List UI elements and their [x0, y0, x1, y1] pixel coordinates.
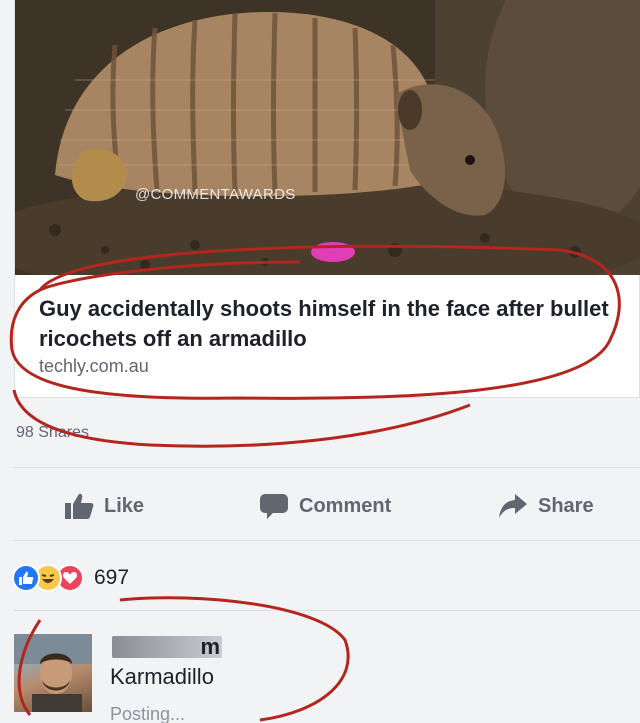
- link-title[interactable]: Guy accidentally shoots himself in the f…: [39, 294, 629, 354]
- reaction-count: 697: [94, 566, 130, 589]
- action-bar: Like Comment Share: [14, 476, 640, 536]
- share-arrow-icon: [499, 494, 527, 518]
- reaction-summary[interactable]: 697: [12, 560, 129, 596]
- comment-item: m Karmadillo Posting...: [14, 624, 640, 723]
- shares-count[interactable]: 98 Shares: [16, 424, 89, 442]
- divider: [14, 467, 640, 468]
- link-preview-card[interactable]: @COMMENTAWARDS Guy accidentally shoots h…: [14, 0, 640, 398]
- like-label: Like: [104, 494, 145, 517]
- commenter-avatar[interactable]: [14, 634, 92, 712]
- comment-button[interactable]: Comment: [259, 490, 391, 522]
- commenter-name-visible: m: [200, 634, 220, 659]
- comment-icon: [260, 494, 288, 519]
- link-domain: techly.com.au: [39, 356, 149, 376]
- share-label: Share: [538, 494, 594, 517]
- like-reaction-icon: [12, 564, 40, 592]
- comment-posting-status: Posting...: [110, 704, 186, 723]
- comment-label: Comment: [299, 494, 392, 517]
- armadillo-photo[interactable]: @COMMENTAWARDS: [15, 0, 640, 275]
- divider: [14, 540, 640, 541]
- comment-text: Karmadillo: [110, 664, 214, 689]
- armadillo-illustration: [15, 0, 640, 275]
- thumbs-up-icon: [65, 493, 94, 519]
- image-watermark: @COMMENTAWARDS: [135, 186, 296, 203]
- share-button[interactable]: Share: [498, 490, 594, 522]
- commenter-name-redacted[interactable]: m: [112, 634, 222, 659]
- divider: [14, 610, 640, 611]
- like-button[interactable]: Like: [64, 490, 144, 522]
